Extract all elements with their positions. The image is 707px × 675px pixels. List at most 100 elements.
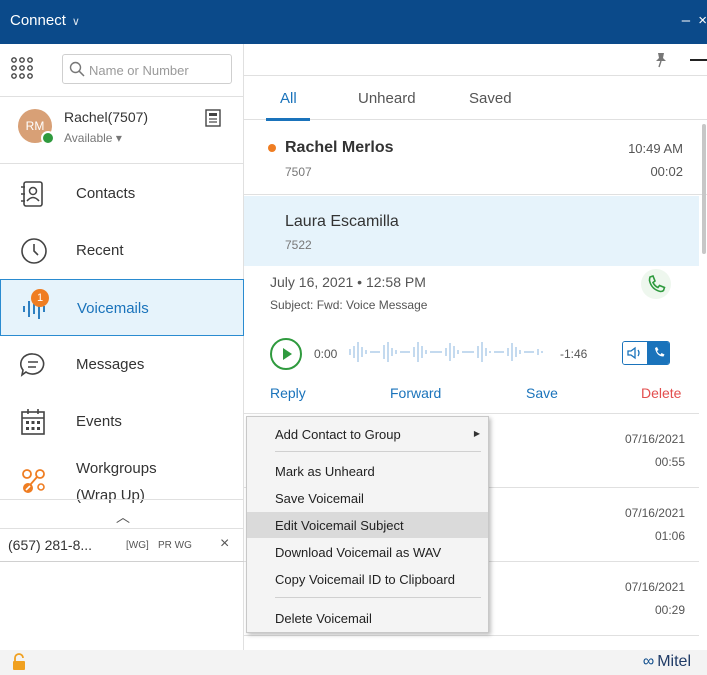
presence-status-dropdown[interactable]: Available ▾ bbox=[64, 131, 122, 145]
play-icon bbox=[283, 348, 292, 360]
mitel-logo-icon: ∞ bbox=[642, 653, 655, 670]
calendar-icon bbox=[21, 409, 45, 435]
voicemail-item-selected[interactable]: Laura Escamilla 7522 bbox=[244, 196, 699, 266]
nav-events[interactable]: Events bbox=[0, 393, 244, 450]
pane-toolbar bbox=[244, 44, 707, 76]
app-title: Connect bbox=[10, 12, 66, 29]
submenu-arrow-icon: ▶ bbox=[473, 429, 480, 438]
audio-output-toggle bbox=[622, 341, 670, 365]
menu-item-label: Download Voicemail as WAV bbox=[275, 545, 442, 560]
nav-recent[interactable]: Recent bbox=[0, 222, 244, 279]
active-call-row[interactable]: (657) 281-8... [WG] PR WG × bbox=[0, 528, 244, 562]
menu-delete-voicemail[interactable]: Delete Voicemail bbox=[247, 605, 488, 631]
close-button[interactable]: × bbox=[698, 12, 707, 29]
contact-card-icon[interactable] bbox=[205, 109, 221, 127]
phone-icon bbox=[648, 275, 666, 293]
avatar: RM bbox=[18, 109, 55, 145]
unlocked-icon[interactable] bbox=[12, 653, 26, 671]
speaker-button[interactable] bbox=[623, 342, 647, 364]
voicemail-caller-name: Rachel Merlos bbox=[285, 139, 394, 156]
pane-minimize-button[interactable] bbox=[690, 59, 707, 61]
nav-messages[interactable]: Messages bbox=[0, 336, 244, 393]
menu-separator bbox=[275, 597, 481, 598]
voicemail-context-menu: Add Contact to Group ▶ Mark as Unheard S… bbox=[246, 416, 489, 633]
voicemail-detail: July 16, 2021 • 12:58 PM Subject: Fwd: V… bbox=[244, 266, 699, 414]
voicemail-caller-name: Laura Escamilla bbox=[285, 213, 399, 230]
clock-icon bbox=[21, 238, 47, 264]
nav-voicemails[interactable]: 1 Voicemails bbox=[0, 279, 244, 336]
mitel-logo: ∞ Mitel bbox=[643, 653, 691, 671]
tab-all[interactable]: All bbox=[280, 90, 297, 107]
playback-current-time: 0:00 bbox=[314, 347, 338, 361]
voicemail-count-badge: 1 bbox=[31, 289, 49, 307]
reply-button[interactable]: Reply bbox=[270, 385, 306, 401]
menu-item-label: Add Contact to Group bbox=[275, 427, 401, 442]
voicemail-duration: 01:06 bbox=[654, 529, 685, 543]
chevron-down-icon: ∨ bbox=[71, 16, 80, 28]
presence-available-icon bbox=[41, 131, 55, 145]
status-bar: ∞ Mitel bbox=[0, 650, 707, 675]
voicemail-time: 10:49 AM bbox=[628, 141, 683, 156]
message-bubble-icon bbox=[20, 353, 45, 377]
window-controls: – × bbox=[682, 12, 707, 29]
forward-button[interactable]: Forward bbox=[390, 385, 441, 401]
handset-button[interactable] bbox=[647, 342, 669, 364]
voicemail-date: 07/16/2021 bbox=[624, 580, 685, 594]
delete-button[interactable]: Delete bbox=[641, 385, 681, 401]
voicemail-item[interactable]: Rachel Merlos 7507 10:49 AM 00:02 bbox=[244, 121, 707, 195]
voicemail-date: 07/16/2021 bbox=[624, 506, 685, 520]
play-button[interactable] bbox=[270, 338, 302, 370]
voicemail-duration: 00:29 bbox=[654, 603, 685, 617]
menu-add-contact-to-group[interactable]: Add Contact to Group ▶ bbox=[247, 421, 488, 447]
search-input[interactable] bbox=[89, 60, 227, 80]
brand-name: Mitel bbox=[657, 653, 691, 670]
nav-contacts-label: Contacts bbox=[76, 185, 136, 202]
active-call-number: (657) 281-8... bbox=[8, 537, 93, 553]
voicemail-duration: 00:02 bbox=[650, 164, 683, 179]
list-scrollbar[interactable] bbox=[702, 124, 706, 254]
user-profile[interactable]: RM Rachel(7507) Available ▾ bbox=[0, 96, 244, 164]
playback-remaining-time: -1:46 bbox=[560, 347, 588, 361]
voicemail-subject: Subject: Fwd: Voice Message bbox=[270, 298, 428, 312]
app-menu[interactable]: Connect ∨ bbox=[10, 12, 80, 29]
left-pane: RM Rachel(7507) Available ▾ Contacts bbox=[0, 44, 244, 650]
menu-copy-voicemail-id[interactable]: Copy Voicemail ID to Clipboard bbox=[247, 566, 488, 592]
menu-item-label: Edit Voicemail Subject bbox=[275, 518, 404, 533]
voicemail-date: 07/16/2021 bbox=[624, 432, 685, 446]
call-back-button[interactable] bbox=[641, 269, 671, 299]
call-tag-wg: [WG] bbox=[126, 540, 149, 551]
chevron-up-icon: ︿ bbox=[116, 509, 130, 525]
nav-workgroups-label: Workgroups bbox=[76, 460, 157, 477]
close-call-row-button[interactable]: × bbox=[220, 535, 229, 553]
voicemail-caller-ext: 7507 bbox=[285, 165, 312, 179]
menu-separator bbox=[275, 451, 481, 452]
unheard-dot-icon bbox=[268, 144, 276, 152]
title-bar: Connect ∨ – × bbox=[0, 0, 707, 44]
avatar-initials: RM bbox=[25, 119, 45, 133]
menu-mark-as-unheard[interactable]: Mark as Unheard bbox=[247, 458, 488, 484]
minimize-button[interactable]: – bbox=[682, 12, 690, 29]
collapse-panel-button[interactable]: ︿ bbox=[0, 499, 244, 527]
save-button[interactable]: Save bbox=[526, 385, 558, 401]
handset-icon bbox=[655, 347, 665, 357]
nav-events-label: Events bbox=[76, 413, 122, 430]
nav-messages-label: Messages bbox=[76, 356, 145, 373]
waveform-scrubber[interactable] bbox=[344, 340, 554, 364]
menu-download-voicemail-wav[interactable]: Download Voicemail as WAV bbox=[247, 539, 488, 565]
contacts-icon bbox=[21, 181, 43, 207]
menu-item-label: Save Voicemail bbox=[275, 491, 364, 506]
menu-edit-voicemail-subject[interactable]: Edit Voicemail Subject bbox=[247, 512, 488, 538]
pin-icon[interactable] bbox=[654, 52, 668, 68]
nav-contacts[interactable]: Contacts bbox=[0, 165, 244, 222]
user-name: Rachel(7507) bbox=[64, 109, 149, 125]
dialpad-icon[interactable] bbox=[10, 56, 34, 80]
voicemail-duration: 00:55 bbox=[654, 455, 685, 469]
workgroups-icon bbox=[22, 469, 45, 493]
tab-unheard[interactable]: Unheard bbox=[358, 90, 416, 107]
tab-saved[interactable]: Saved bbox=[469, 90, 512, 107]
menu-save-voicemail[interactable]: Save Voicemail bbox=[247, 485, 488, 511]
search-icon bbox=[69, 61, 85, 77]
voicemail-datetime: July 16, 2021 • 12:58 PM bbox=[270, 274, 426, 290]
call-tag-workgroup: PR WG bbox=[158, 540, 192, 551]
menu-item-label: Delete Voicemail bbox=[275, 611, 372, 626]
